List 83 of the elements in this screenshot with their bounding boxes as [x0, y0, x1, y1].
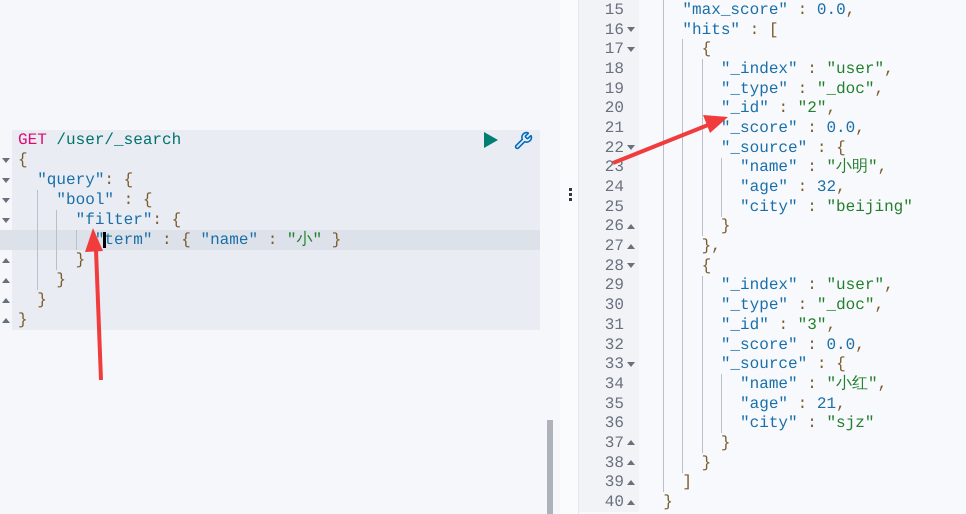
- code-line: }: [720, 216, 730, 238]
- line-number: 28: [604, 256, 624, 277]
- code-line: "_id" : "2",: [720, 98, 836, 120]
- line-number: 33: [604, 354, 624, 376]
- code-line: }: [662, 492, 673, 514]
- line-number: 19: [604, 78, 624, 100]
- caret-up-icon[interactable]: [627, 244, 635, 249]
- caret-up-icon[interactable]: [627, 480, 635, 485]
- code-line: "_id" : "3",: [720, 314, 836, 336]
- code-line: "_source" : {: [720, 138, 846, 158]
- caret-up-icon[interactable]: [2, 258, 10, 262]
- line-number: 25: [604, 196, 624, 218]
- http-method: GET: [18, 130, 47, 151]
- line-number: 32: [604, 334, 624, 356]
- code-line: "_score" : 0.0,: [720, 334, 865, 356]
- wrench-icon[interactable]: [512, 130, 534, 150]
- line-number: 20: [604, 98, 624, 120]
- caret-up-icon[interactable]: [627, 500, 635, 505]
- caret-up-icon[interactable]: [2, 278, 10, 282]
- code-line: {: [700, 256, 712, 277]
- line-number: 16: [604, 20, 624, 41]
- caret-down-icon[interactable]: [627, 263, 635, 268]
- caret-up-icon[interactable]: [627, 440, 635, 446]
- line-number: 29: [604, 275, 624, 296]
- line-number: 31: [604, 314, 624, 336]
- line-number: 36: [604, 413, 624, 434]
- code-line: "city" : "sjz": [739, 413, 874, 434]
- code-line: "filter": {: [74, 210, 182, 231]
- request-path: /user/_search: [56, 130, 182, 151]
- code-line: "_score" : 0.0,: [720, 118, 865, 139]
- line-number: 39: [604, 472, 624, 494]
- code-line: }: [36, 290, 47, 311]
- code-line: ]: [681, 472, 692, 494]
- line-number: 15: [604, 0, 624, 21]
- code-line: }: [700, 452, 712, 474]
- code-line: "_index" : "user",: [720, 58, 894, 80]
- line-number: 34: [604, 374, 624, 395]
- code-line: "query": {: [36, 170, 134, 191]
- caret-down-icon[interactable]: [2, 218, 10, 222]
- caret-up-icon[interactable]: [627, 224, 635, 229]
- line-number: 35: [604, 394, 624, 415]
- code-line: },: [700, 236, 721, 258]
- line-number: 38: [604, 452, 624, 474]
- code-line: "name" : "小红",: [739, 374, 888, 395]
- code-line: "age" : 21,: [739, 394, 846, 415]
- line-number: 21: [604, 118, 624, 139]
- line-number: 17: [604, 39, 624, 60]
- code-line: }: [18, 310, 28, 331]
- code-line: "_source" : {: [720, 354, 846, 374]
- scrollbar-thumb[interactable]: [547, 420, 553, 514]
- caret-down-icon[interactable]: [2, 158, 10, 162]
- code-line: {: [700, 39, 712, 60]
- caret-down-icon[interactable]: [627, 27, 635, 32]
- code-line: "city" : "beijing": [739, 196, 913, 218]
- caret-down-icon[interactable]: [627, 46, 635, 52]
- caret-up-icon[interactable]: [627, 460, 635, 466]
- line-number: 26: [604, 216, 624, 238]
- caret-up-icon[interactable]: [2, 298, 10, 302]
- caret-up-icon[interactable]: [2, 318, 10, 322]
- code-line: {: [18, 150, 28, 171]
- code-line: "_type" : "_doc",: [720, 78, 884, 100]
- caret-down-icon[interactable]: [2, 198, 10, 202]
- drag-handle-icon[interactable]: [568, 188, 572, 201]
- code-line: "_index" : "user",: [720, 275, 894, 296]
- line-number: 30: [604, 295, 624, 316]
- caret-down-icon[interactable]: [627, 145, 635, 150]
- code-line: }: [55, 270, 66, 291]
- code-line: "name" : "小明",: [739, 156, 888, 178]
- line-number: 18: [604, 58, 624, 80]
- code-line: "bool" : {: [55, 190, 152, 211]
- line-number: 22: [604, 138, 624, 159]
- code-line: }: [720, 432, 730, 454]
- line-number: 27: [604, 236, 624, 258]
- line-number: 37: [604, 432, 624, 454]
- caret-down-icon[interactable]: [2, 178, 10, 182]
- line-number: 24: [604, 177, 624, 198]
- code-line: "_type" : "_doc",: [720, 295, 884, 316]
- line-number: 40: [604, 492, 624, 514]
- code-line: }: [74, 250, 86, 271]
- code-line: "hits" : [: [681, 20, 778, 41]
- code-line: "age" : 32,: [739, 177, 846, 198]
- caret-down-icon[interactable]: [627, 362, 635, 367]
- code-line: "max_score" : 0.0,: [681, 0, 856, 21]
